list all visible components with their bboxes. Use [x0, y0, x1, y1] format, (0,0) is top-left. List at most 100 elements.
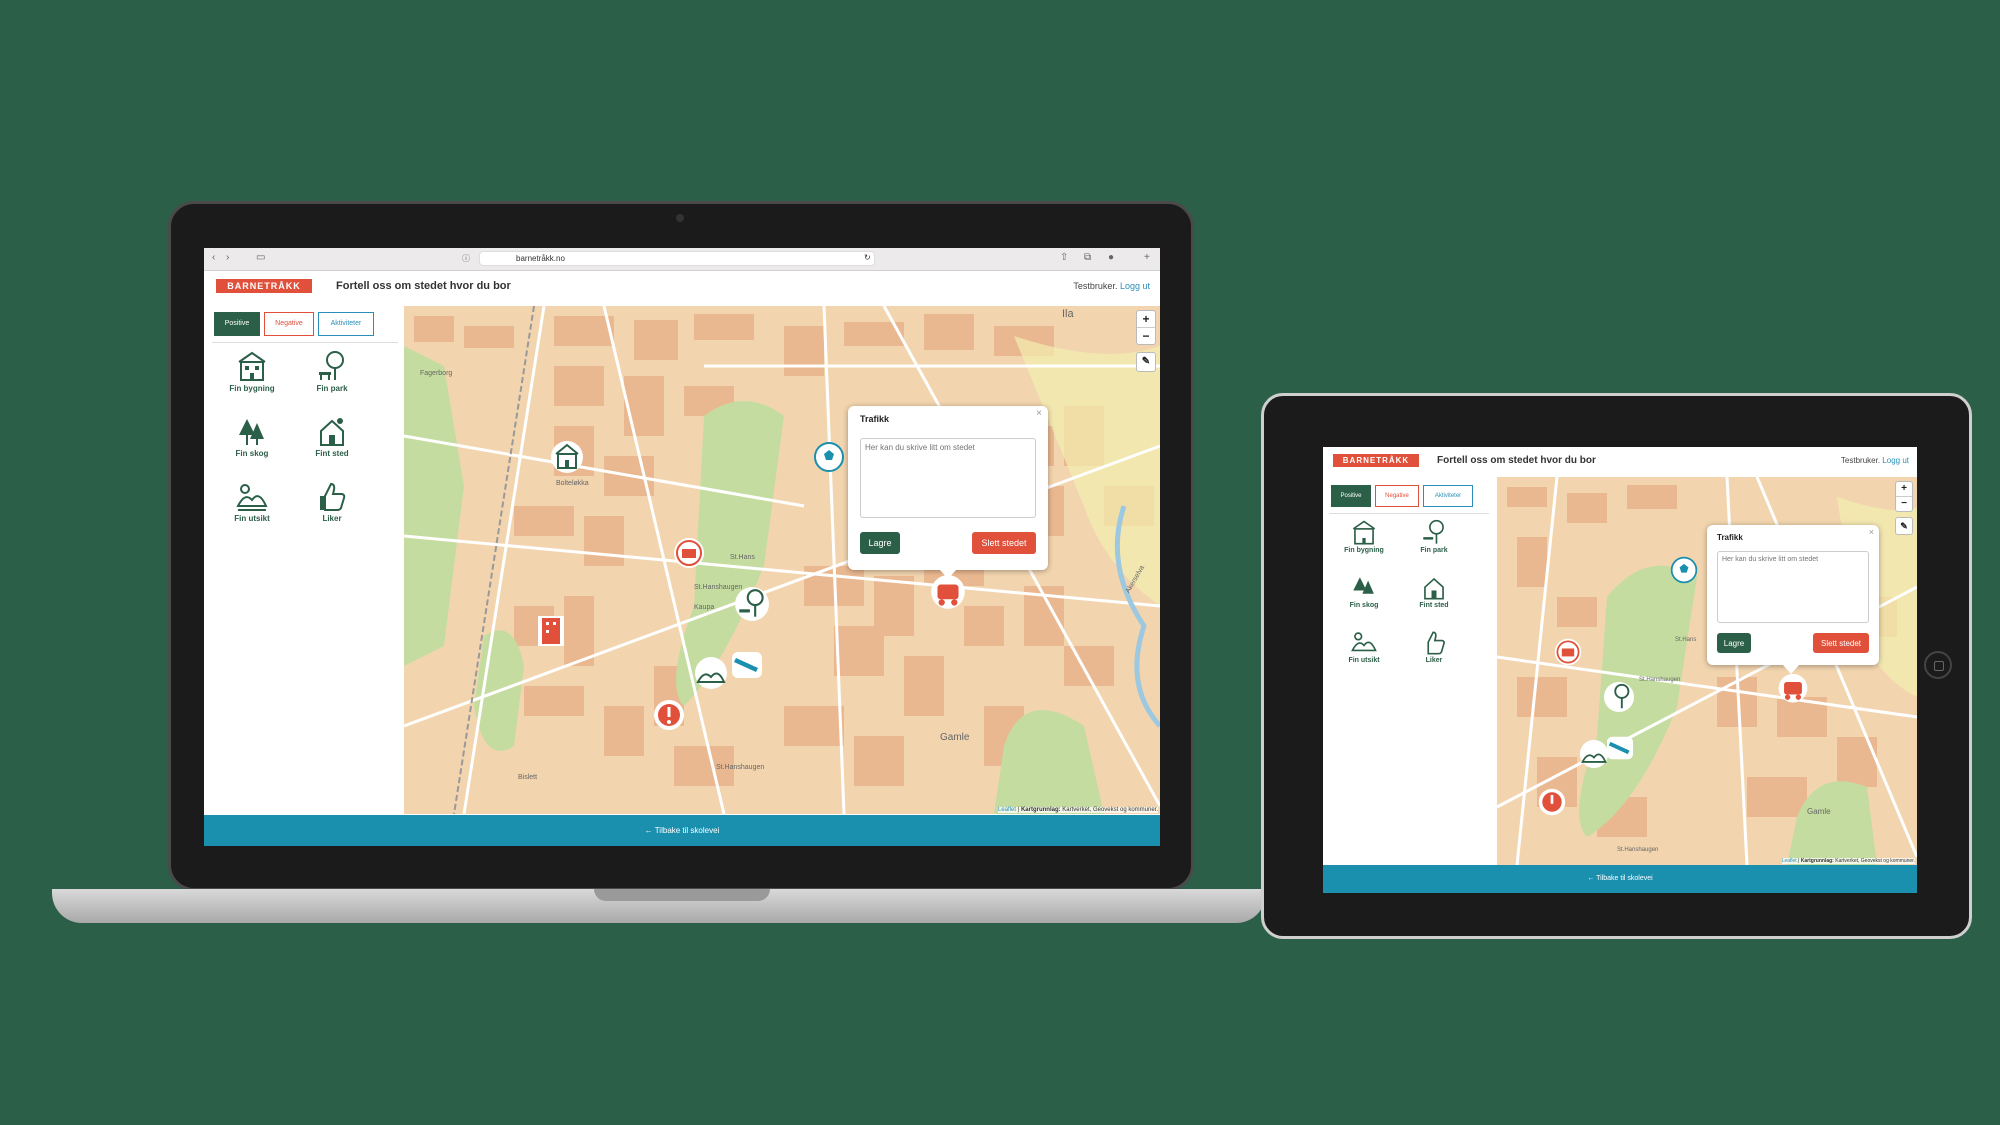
place-label: Gamle	[1807, 807, 1831, 816]
save-button[interactable]: Lagre	[860, 532, 900, 554]
zoom-in-button[interactable]: +	[1137, 311, 1155, 328]
tab-positive[interactable]: Positive	[1331, 485, 1371, 507]
page-title: Fortell oss om stedet hvor du bor	[336, 280, 511, 292]
football-marker-icon[interactable]	[812, 440, 846, 474]
category-fint-sted[interactable]: Fint sted	[1399, 574, 1469, 609]
category-liker[interactable]: Liker	[1399, 629, 1469, 664]
marker-popup: Trafikk × Lagre Slett stedet	[848, 406, 1048, 579]
category-fin-utsikt[interactable]: Fin utsikt	[1329, 629, 1399, 664]
building-marker-icon[interactable]	[550, 440, 584, 474]
zoom-out-button[interactable]: −	[1137, 328, 1155, 344]
back-to-route-button[interactable]: ← Tilbake til skolevei	[204, 815, 1160, 846]
zoom-in-button[interactable]: +	[1896, 482, 1912, 497]
leaflet-link[interactable]: Leaflet	[1782, 858, 1797, 864]
category-tabs: Positive Negative Aktiviteter	[1331, 485, 1477, 507]
traffic-marker-active-icon[interactable]	[930, 574, 966, 614]
traffic-marker-icon[interactable]	[672, 536, 706, 570]
view-marker-icon[interactable]	[694, 656, 728, 690]
category-fin-skog[interactable]: Fin skog	[212, 415, 292, 458]
traffic-marker-active-icon[interactable]	[1777, 673, 1809, 707]
skate-marker-icon[interactable]	[1605, 735, 1635, 761]
user-info: Testbruker. Logg ut	[1841, 456, 1909, 465]
url-text: barnetråkk.no	[516, 254, 565, 263]
popup-title: Trafikk	[1717, 533, 1743, 542]
back-icon[interactable]: ‹	[212, 252, 215, 263]
tab-activities[interactable]: Aktiviteter	[1423, 485, 1473, 507]
sidebar: Positive Negative Aktiviteter Fin bygnin…	[204, 302, 400, 816]
category-fin-park[interactable]: Fin park	[292, 350, 372, 393]
laptop-notch	[594, 889, 770, 901]
category-label: Fin utsikt	[1348, 657, 1380, 664]
delete-button[interactable]: Slett stedet	[972, 532, 1036, 554]
tab-negative[interactable]: Negative	[264, 312, 314, 336]
category-fin-park[interactable]: Fin park	[1399, 519, 1469, 554]
category-label: Fin utsikt	[234, 514, 270, 523]
logo[interactable]: BARNETRÅKK	[216, 279, 312, 293]
laptop-screen: ‹ › ▭ ⓘ barnetråkk.no ↻ ⇧ ⧉ ● + BARNETRÅ…	[204, 248, 1160, 846]
map[interactable]: St.Hans St.Hanshaugen Gamle St.Hanshauge…	[1497, 477, 1917, 865]
category-fin-skog[interactable]: Fin skog	[1329, 574, 1399, 609]
category-label: Fint sted	[315, 449, 349, 458]
laptop-app: ‹ › ▭ ⓘ barnetråkk.no ↻ ⇧ ⧉ ● + BARNETRÅ…	[204, 248, 1160, 846]
user-name: Testbruker.	[1073, 281, 1118, 291]
sidebar: Positive Negative Aktiviteter Fin bygnin…	[1323, 477, 1493, 865]
delete-button[interactable]: Slett stedet	[1813, 633, 1869, 653]
place-icon	[1424, 577, 1444, 600]
football-marker-icon[interactable]	[1669, 555, 1699, 585]
danger-building-marker-icon[interactable]	[534, 612, 568, 650]
info-icon[interactable]: ⓘ	[462, 253, 470, 264]
tab-negative[interactable]: Negative	[1375, 485, 1419, 507]
tab-activities[interactable]: Aktiviteter	[318, 312, 374, 336]
address-bar[interactable]: ⓘ barnetråkk.no ↻	[462, 251, 875, 266]
popup-description-input[interactable]	[860, 438, 1036, 518]
sidebar-icon[interactable]: ▭	[256, 252, 265, 263]
popup-title: Trafikk	[860, 414, 890, 424]
tab-positive[interactable]: Positive	[214, 312, 260, 336]
user-info: Testbruker. Logg ut	[1073, 281, 1150, 291]
category-label: Liker	[322, 514, 342, 523]
category-fin-utsikt[interactable]: Fin utsikt	[212, 480, 292, 523]
popup-close-button[interactable]: ×	[1036, 408, 1042, 419]
category-fin-bygning[interactable]: Fin bygning	[1329, 519, 1399, 554]
category-label: Fin bygning	[1344, 547, 1384, 554]
traffic-marker-icon[interactable]	[1553, 637, 1583, 667]
marker-popup: Trafikk × Lagre Slett stedet	[1707, 525, 1879, 674]
category-label: Fin park	[316, 384, 348, 393]
app-header: BARNETRÅKK Fortell oss om stedet hvor du…	[1323, 447, 1917, 477]
skate-marker-icon[interactable]	[730, 650, 764, 680]
map[interactable]: Ila Fagerborg Bolteløkka St.Hans St.Hans…	[404, 306, 1160, 814]
popup-description-input[interactable]	[1717, 551, 1869, 623]
leaflet-link[interactable]: Leaflet	[998, 807, 1016, 813]
popup-close-button[interactable]: ×	[1869, 527, 1874, 537]
logo[interactable]: BARNETRÅKK	[1333, 454, 1419, 467]
place-label: St.Hanshaugen	[1617, 847, 1659, 853]
danger-marker-icon[interactable]	[1537, 787, 1567, 817]
tabs-divider	[1329, 513, 1489, 514]
place-label: St.Hans	[1675, 637, 1697, 643]
danger-marker-icon[interactable]	[652, 698, 686, 732]
new-tab-icon[interactable]: +	[1144, 252, 1150, 263]
tabs-divider	[212, 342, 398, 343]
zoom-out-button[interactable]: −	[1896, 497, 1912, 511]
tabs-icon[interactable]: ⧉	[1084, 252, 1091, 263]
logout-link[interactable]: Logg ut	[1882, 456, 1909, 465]
forward-icon[interactable]: ›	[226, 252, 229, 263]
reload-icon[interactable]: ↻	[864, 253, 871, 262]
logout-link[interactable]: Logg ut	[1120, 281, 1150, 291]
extension-icon[interactable]: ●	[1108, 252, 1114, 263]
place-label: Kaupa	[694, 604, 715, 611]
view-icon	[236, 484, 268, 511]
thumbs-up-icon	[1427, 631, 1445, 655]
park-marker-icon[interactable]	[1603, 681, 1635, 713]
save-button[interactable]: Lagre	[1717, 633, 1751, 653]
category-fint-sted[interactable]: Fint sted	[292, 415, 372, 458]
category-liker[interactable]: Liker	[292, 480, 372, 523]
back-to-route-button[interactable]: ← Tilbake til skolevei	[1323, 865, 1917, 893]
share-icon[interactable]: ⇧	[1060, 252, 1068, 263]
attribution-text: Kartverket, Geovekst og kommuner.	[1060, 807, 1158, 813]
draw-tool-button[interactable]: ✎	[1136, 352, 1156, 372]
draw-tool-button[interactable]: ✎	[1895, 517, 1913, 535]
place-label: St.Hans	[730, 554, 755, 561]
park-marker-icon[interactable]	[734, 586, 770, 622]
category-fin-bygning[interactable]: Fin bygning	[212, 350, 292, 393]
